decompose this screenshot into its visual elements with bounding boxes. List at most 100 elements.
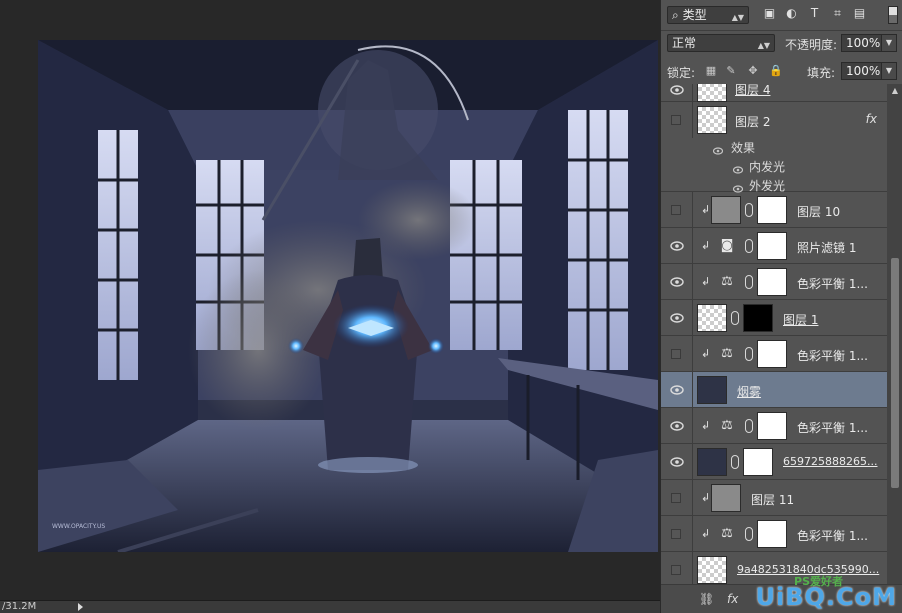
chevron-icon: ▲▼ <box>731 13 744 22</box>
link-icon[interactable] <box>745 527 753 541</box>
clip-arrow-icon: ↲ <box>701 527 711 540</box>
eye-icon[interactable] <box>670 241 684 251</box>
layer-thumbnail <box>697 304 727 332</box>
effect-item[interactable]: 内发光 <box>749 158 785 175</box>
fx-icon[interactable]: fx <box>866 112 877 126</box>
layer-row[interactable]: 图层 1 <box>661 300 887 336</box>
eye-icon[interactable] <box>670 277 684 287</box>
eye-icon[interactable] <box>670 421 684 431</box>
layer-row[interactable]: ↲ ⚖ 色彩平衡 1... <box>661 408 887 444</box>
clip-arrow-icon: ↲ <box>701 419 711 432</box>
link-icon[interactable] <box>745 203 753 217</box>
type-filter-icon[interactable]: T <box>808 7 821 20</box>
layer-name[interactable]: 烟雾 <box>737 383 761 400</box>
smart-object-filter-icon[interactable]: ▤ <box>853 7 866 20</box>
mask-thumbnail <box>757 232 787 260</box>
visibility-toggle[interactable] <box>671 205 681 215</box>
opacity-value: 100% <box>846 36 881 50</box>
mask-thumbnail <box>757 268 787 296</box>
layer-name[interactable]: 图层 4 <box>735 84 770 98</box>
opacity-input[interactable]: 100% ▼ <box>841 34 897 52</box>
eye-icon[interactable] <box>670 85 684 95</box>
lock-pixels-icon[interactable]: ✎ <box>725 65 737 77</box>
visibility-toggle[interactable] <box>671 529 681 539</box>
eye-icon[interactable] <box>670 313 684 323</box>
layer-row[interactable]: 图层 2 fx 效果 内发光 外发光 <box>661 102 887 193</box>
layer-row[interactable]: 9a482531840dc535990... <box>661 552 887 584</box>
layer-name[interactable]: 659725888265... <box>783 455 877 468</box>
link-icon[interactable] <box>731 455 739 469</box>
layer-name[interactable]: 照片滤镜 1 <box>797 239 856 256</box>
link-icon[interactable] <box>745 275 753 289</box>
layer-name[interactable]: 色彩平衡 1... <box>797 527 868 544</box>
pixel-filter-icon[interactable]: ▣ <box>763 7 776 20</box>
eye-icon[interactable] <box>670 385 684 395</box>
filter-toggle[interactable] <box>888 6 898 24</box>
link-icon[interactable] <box>745 347 753 361</box>
divider <box>692 444 693 480</box>
link-icon[interactable] <box>745 239 753 253</box>
layer-row[interactable]: 659725888265... <box>661 444 887 480</box>
divider <box>692 300 693 336</box>
clip-arrow-icon: ↲ <box>701 239 711 252</box>
eye-icon[interactable] <box>732 182 744 193</box>
layer-row[interactable]: 图层 4 <box>661 84 887 102</box>
visibility-toggle[interactable] <box>671 349 681 359</box>
eye-icon[interactable] <box>712 144 724 155</box>
layer-name[interactable]: 图层 10 <box>797 203 840 220</box>
mask-thumbnail <box>743 448 773 476</box>
layer-thumbnail <box>711 196 741 224</box>
shape-filter-icon[interactable]: ⌗ <box>831 7 844 20</box>
layer-row[interactable]: ↲ 图层 10 <box>661 192 887 228</box>
effects-label: 效果 <box>731 141 756 155</box>
filter-kind-value: 类型 <box>682 8 707 22</box>
chevron-down-icon[interactable]: ▼ <box>881 34 897 52</box>
layer-row[interactable]: ↲ ◙ 照片滤镜 1 <box>661 228 887 264</box>
opacity-label: 不透明度: <box>785 38 838 52</box>
eye-icon[interactable] <box>670 457 684 467</box>
layer-list[interactable]: 图层 4 图层 2 fx 效果 内发光 外发光 ↲ 图层 10 ↲ ◙ 照片滤镜… <box>661 84 887 584</box>
fill-value: 100% <box>846 64 881 78</box>
clip-arrow-icon: ↲ <box>701 347 711 360</box>
visibility-toggle[interactable] <box>671 115 681 125</box>
layer-name[interactable]: 色彩平衡 1... <box>797 347 868 364</box>
layer-row[interactable]: ↲ ⚖ 色彩平衡 1... <box>661 336 887 372</box>
color-balance-icon: ⚖ <box>721 418 733 433</box>
divider <box>692 372 693 408</box>
visibility-toggle[interactable] <box>671 565 681 575</box>
layer-name[interactable]: 色彩平衡 1... <box>797 419 868 436</box>
layer-thumbnail <box>697 448 727 476</box>
fill-input[interactable]: 100% ▼ <box>841 62 897 80</box>
lock-all-icon[interactable]: 🔒 <box>769 65 783 77</box>
filter-kind-select[interactable]: ⌕ 类型 ▲▼ <box>667 6 749 24</box>
divider <box>692 228 693 264</box>
lock-position-icon[interactable]: ✥ <box>747 65 759 77</box>
scroll-up-icon[interactable]: ▲ <box>890 86 900 96</box>
scroll-thumb[interactable] <box>891 258 899 488</box>
status-menu-arrow-icon[interactable] <box>78 603 83 611</box>
layer-row[interactable]: ↲ 图层 11 <box>661 480 887 516</box>
layer-name[interactable]: 图层 11 <box>751 491 794 508</box>
adjustment-filter-icon[interactable]: ◐ <box>785 7 798 20</box>
layer-name[interactable]: 图层 2 <box>735 113 770 130</box>
layer-name[interactable]: 图层 1 <box>783 311 818 328</box>
blend-mode-select[interactable]: 正常 ▲▼ <box>667 34 775 52</box>
add-style-button[interactable]: fx <box>727 592 738 606</box>
document-image[interactable]: WWW.OPACITY.US <box>38 40 658 552</box>
link-icon[interactable] <box>745 419 753 433</box>
layer-row[interactable]: ↲ ⚖ 色彩平衡 1... <box>661 264 887 300</box>
chevron-down-icon[interactable]: ▼ <box>881 62 897 80</box>
divider <box>692 552 693 584</box>
layers-scrollbar[interactable]: ▲ <box>887 84 902 584</box>
layer-row[interactable]: ↲ ⚖ 色彩平衡 1... <box>661 516 887 552</box>
link-layers-icon[interactable]: ⛓ <box>699 592 714 606</box>
layer-row-selected[interactable]: 烟雾 <box>661 372 887 408</box>
lock-transparency-icon[interactable]: ▦ <box>705 65 717 77</box>
layer-name[interactable]: 色彩平衡 1... <box>797 275 868 292</box>
link-icon[interactable] <box>731 311 739 325</box>
canvas-area[interactable]: WWW.OPACITY.US <box>0 0 660 600</box>
divider <box>692 192 693 228</box>
visibility-toggle[interactable] <box>671 493 681 503</box>
layers-footer: ⛓ fx PS爱好者 UiBQ.CoM <box>661 575 902 613</box>
eye-icon[interactable] <box>732 163 744 174</box>
